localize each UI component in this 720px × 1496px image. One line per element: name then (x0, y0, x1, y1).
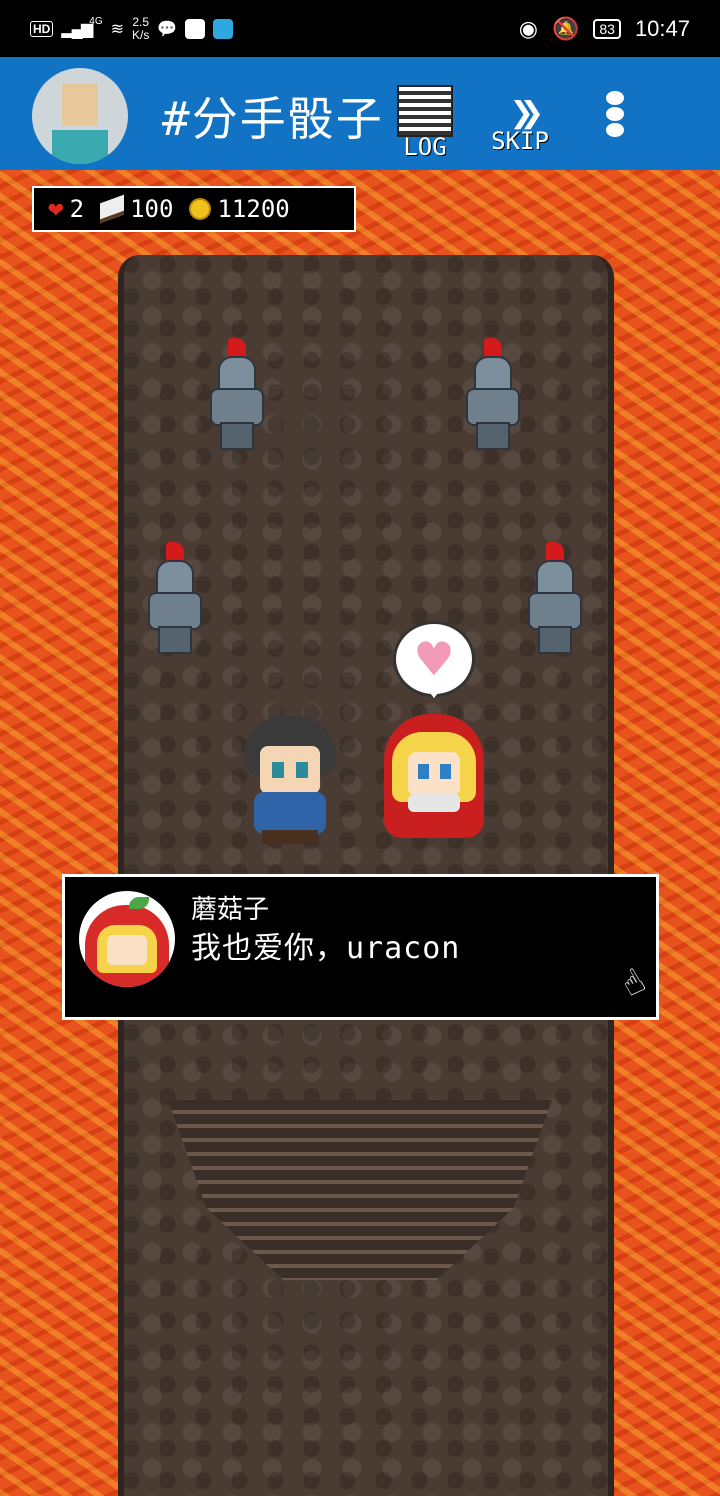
game-scene[interactable]: ❤ 2 100 11200 ♥ 蘑菇子 我也爱你，uracon ☝ (0, 170, 720, 1496)
app-notification-icon-2 (213, 18, 234, 39)
story-title: #分手骰子 (162, 92, 384, 146)
tickets-count: 100 (130, 195, 174, 223)
coins-count: 11200 (217, 195, 290, 223)
knight-statue (206, 338, 264, 450)
skip-button[interactable]: ❯❯ SKIP (484, 90, 556, 155)
heart-icon: ♥ (413, 632, 455, 686)
dialog-box[interactable]: 蘑菇子 我也爱你，uracon ☝ (62, 874, 659, 1020)
clock: 10:47 (634, 15, 690, 41)
signal-icon: ▂▄▆ (61, 20, 93, 38)
log-button[interactable]: LOG (394, 85, 456, 161)
log-label: LOG (403, 133, 447, 161)
hero-character (240, 716, 340, 846)
fast-forward-icon: ❯❯ (509, 90, 544, 136)
pointer-hand-icon: ☝ (614, 960, 653, 1006)
hearts-stat: ❤ 2 (48, 194, 84, 224)
coins-stat: 11200 (189, 195, 290, 223)
network-speed-unit: K/s (132, 27, 150, 42)
eye-icon: ◉ (518, 15, 538, 41)
network-speed-value: 2.5 (132, 14, 150, 29)
app-header: #分手骰子 LOG ❯❯ SKIP (0, 57, 720, 170)
log-icon (397, 85, 453, 137)
avatar-head (62, 84, 98, 126)
more-menu-button[interactable] (600, 89, 630, 139)
speaker-avatar (79, 891, 175, 987)
network-label: 4G (89, 16, 103, 27)
ticket-icon (100, 194, 125, 224)
avatar-body (52, 130, 108, 164)
skip-label: SKIP (491, 127, 549, 155)
hearts-count: 2 (69, 195, 85, 223)
dialog-text: 我也爱你，uracon (191, 931, 461, 966)
more-dot-icon (606, 91, 624, 105)
wifi-icon: ≋ (110, 20, 125, 38)
mute-bell-icon: 🔕 (551, 15, 580, 41)
hd-indicator: HD (30, 20, 54, 37)
app-notification-icon (185, 18, 206, 39)
wechat-icon: 💬 (157, 20, 178, 38)
heart-icon: ❤ (48, 194, 64, 224)
knight-statue (524, 542, 582, 654)
user-avatar[interactable] (32, 68, 128, 164)
battery-icon: 83 (593, 18, 621, 39)
network-speed: 2.5 K/s (132, 14, 150, 42)
knight-statue (462, 338, 520, 450)
red-hood-girl-character (384, 714, 484, 844)
resource-bar: ❤ 2 100 11200 (32, 186, 356, 232)
speaker-name: 蘑菇子 (191, 895, 270, 925)
more-dot-icon (606, 107, 624, 121)
tickets-stat: 100 (100, 194, 174, 224)
status-bar: HD ▂▄▆ 4G ≋ 2.5 K/s 💬 ◉ 🔕 83 10:47 (0, 0, 720, 57)
more-dot-icon (606, 123, 624, 137)
coin-icon (189, 198, 212, 220)
heart-emote-bubble: ♥ (393, 621, 475, 698)
knight-statue (144, 542, 202, 654)
